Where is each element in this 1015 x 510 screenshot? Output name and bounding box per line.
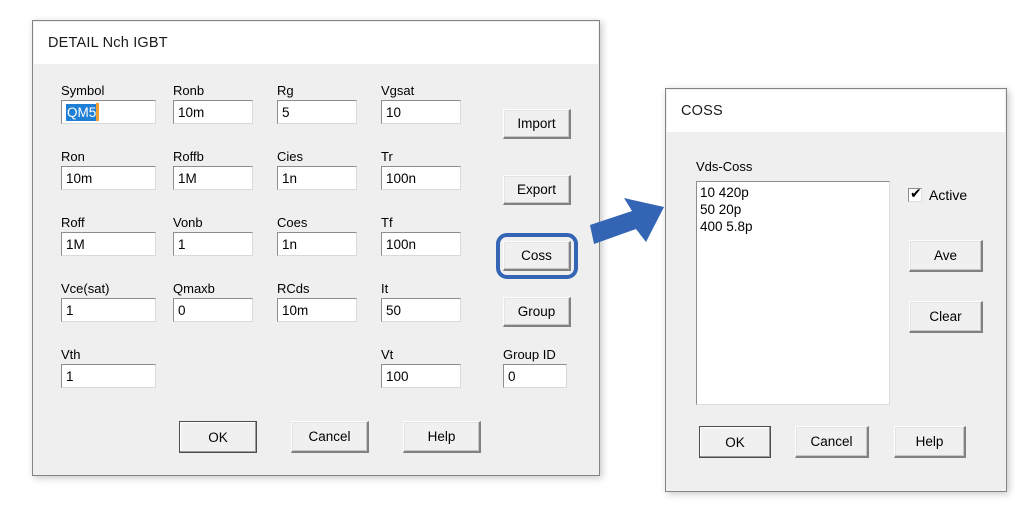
field-label-vt: Vt [381,347,394,362]
field-label-symbol: Symbol [61,83,105,98]
ave-button[interactable]: Ave [909,240,983,272]
it-input[interactable]: 50 [381,298,461,322]
vonb-input[interactable]: 1 [173,232,253,256]
detail-nch-igbt-dialog: DETAIL Nch IGBT Symbol QM5 Ronb 10m Rg 5… [32,20,600,476]
field-vth: Vth 1 [61,347,156,388]
coss-dialog: COSS Vds-Coss 10 420p 50 20p 400 5.8p ✔ … [665,88,1007,492]
vds-coss-label: Vds-Coss [696,159,753,174]
field-label-roffb: Roffb [173,149,204,164]
roff-input[interactable]: 1M [61,232,156,256]
ok-button[interactable]: OK [179,421,257,453]
field-roffb: Roffb 1M [173,149,253,190]
coss-help-button[interactable]: Help [894,426,966,458]
field-label-vth: Vth [61,347,81,362]
active-checkbox-label: Active [929,187,968,203]
field-label-ronb: Ronb [173,83,205,98]
rcds-input[interactable]: 10m [277,298,357,322]
field-rcds: RCds 10m [277,281,357,322]
field-vgsat: Vgsat 10 [381,83,461,124]
field-label-vonb: Vonb [173,215,203,230]
list-item[interactable]: 400 5.8p [700,218,889,235]
field-it: It 50 [381,281,461,322]
rg-input[interactable]: 5 [277,100,357,124]
checkmark-icon: ✔ [910,186,922,202]
coss-button[interactable]: Coss [503,241,571,271]
detail-dialog-title: DETAIL Nch IGBT [48,35,168,51]
pointer-arrow-svg [590,198,664,244]
symbol-input[interactable]: QM5 [61,100,156,124]
field-rg: Rg 5 [277,83,357,124]
field-cies: Cies 1n [277,149,357,190]
field-qmaxb: Qmaxb 0 [173,281,253,322]
vgsat-input[interactable]: 10 [381,100,461,124]
import-button[interactable]: Import [503,109,571,139]
pointer-arrow-icon [588,192,672,264]
roffb-input[interactable]: 1M [173,166,253,190]
field-group-id: Group ID 0 [503,347,567,388]
field-label-vcesat: Vce(sat) [61,281,110,296]
vth-input[interactable]: 1 [61,364,156,388]
field-tr: Tr 100n [381,149,461,190]
field-label-rg: Rg [277,83,294,98]
field-symbol: Symbol QM5 [61,83,156,124]
symbol-input-value: QM5 [66,103,97,121]
field-vcesat: Vce(sat) 1 [61,281,156,322]
list-item[interactable]: 50 20p [700,201,889,218]
field-coes: Coes 1n [277,215,357,256]
qmaxb-input[interactable]: 0 [173,298,253,322]
export-button[interactable]: Export [503,175,571,205]
active-checkbox-row[interactable]: ✔ Active [908,187,967,203]
cancel-button[interactable]: Cancel [291,421,369,453]
group-id-input[interactable]: 0 [503,364,567,388]
field-label-tf: Tf [381,215,393,230]
text-caret [96,103,100,121]
active-checkbox[interactable]: ✔ [908,186,922,202]
ronb-input[interactable]: 10m [173,100,253,124]
tr-input[interactable]: 100n [381,166,461,190]
field-label-qmaxb: Qmaxb [173,281,215,296]
field-ronb: Ronb 10m [173,83,253,124]
vcesat-input[interactable]: 1 [61,298,156,322]
coes-input[interactable]: 1n [277,232,357,256]
cies-input[interactable]: 1n [277,166,357,190]
coss-dialog-title: COSS [681,103,723,119]
help-button[interactable]: Help [403,421,481,453]
field-tf: Tf 100n [381,215,461,256]
field-label-roff: Roff [61,215,85,230]
tf-input[interactable]: 100n [381,232,461,256]
vt-input[interactable]: 100 [381,364,461,388]
field-vt: Vt 100 [381,347,461,388]
ron-input[interactable]: 10m [61,166,156,190]
field-label-tr: Tr [381,149,393,164]
field-label-cies: Cies [277,149,304,164]
detail-dialog-titlebar: DETAIL Nch IGBT [34,22,598,64]
field-label-it: It [381,281,389,296]
coss-ok-button[interactable]: OK [699,426,771,458]
field-label-vgsat: Vgsat [381,83,415,98]
field-label-rcds: RCds [277,281,310,296]
coss-cancel-button[interactable]: Cancel [795,426,869,458]
group-button[interactable]: Group [503,297,571,327]
coss-dialog-titlebar: COSS [667,90,1005,132]
field-ron: Ron 10m [61,149,156,190]
clear-button[interactable]: Clear [909,301,983,333]
field-label-coes: Coes [277,215,308,230]
field-vonb: Vonb 1 [173,215,253,256]
vds-coss-listbox[interactable]: 10 420p 50 20p 400 5.8p [696,181,890,405]
field-label-ron: Ron [61,149,85,164]
field-roff: Roff 1M [61,215,156,256]
field-label-group-id: Group ID [503,347,556,362]
list-item[interactable]: 10 420p [700,184,889,201]
